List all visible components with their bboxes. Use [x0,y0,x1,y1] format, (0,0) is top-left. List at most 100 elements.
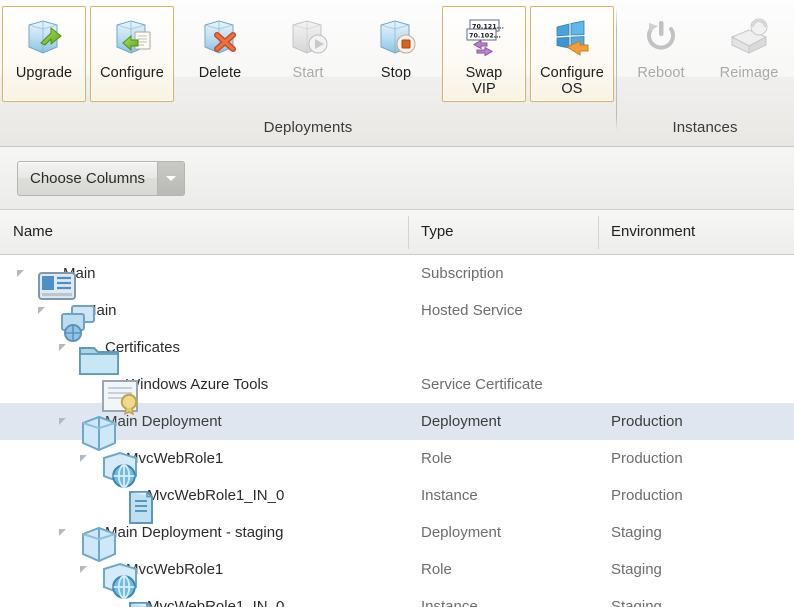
tree-expander-placeholder [77,377,93,393]
table-row[interactable]: Main Deployment - staging Deployment Stagi… [0,514,794,562]
choose-columns-dropdown-button[interactable] [157,161,185,195]
tree-expander-open-icon[interactable] [77,451,93,467]
cell-name: Main [0,255,408,300]
choose-columns-button[interactable]: Choose Columns [17,160,186,196]
grid-header-row: Name Type Environment [0,210,794,255]
table-row[interactable]: Certificates [0,329,794,375]
tree-expander-placeholder [98,488,114,504]
tree-expander-open-icon[interactable] [77,562,93,578]
cell-type: Deployment [421,524,502,541]
table-row[interactable]: MvcWebRole1 Role Staging [0,551,794,599]
row-name-label: MvcWebRole1_IN_0 [147,598,285,607]
cell-environment: Staging [611,598,662,607]
swap-vip-label: Swap VIP [465,65,503,97]
reboot-button: Reboot [619,6,703,102]
table-row[interactable]: MvcWebRole1 Role Production [0,440,794,488]
subscription-icon [34,263,76,300]
row-name-label: Windows Azure Tools [126,376,269,393]
cell-name: MvcWebRole1 [0,440,408,488]
table-row[interactable]: Main Hosted Service [0,292,794,342]
cell-name: MvcWebRole1 [0,551,408,599]
hosted-service-icon [55,300,95,342]
ribbon-group-deployments: Upgrade Configure Delete Start Stop 70.1… [0,0,616,146]
cell-type: Role [421,450,452,467]
ribbon-group-buttons: Upgrade Configure Delete Start Stop 70.1… [0,0,616,111]
configure-icon [109,15,155,59]
tree-expander-open-icon[interactable] [35,303,51,319]
instance-icon [118,596,153,607]
role-icon [97,559,137,599]
reimage-label: Reimage [719,65,779,81]
configure-button[interactable]: Configure [90,6,174,102]
table-row[interactable]: MvcWebRole1_IN_0 Instance Production [0,477,794,524]
reboot-label: Reboot [637,65,685,81]
start-icon [285,15,331,59]
cell-type [408,329,598,366]
delete-label: Delete [198,65,242,81]
cell-environment: Production [611,450,683,467]
role-icon [97,448,137,488]
row-name-label: Main Deployment [105,413,222,430]
upgrade-icon [21,15,67,59]
grid-toolbar: Choose Columns [0,147,794,210]
chevron-down-icon [166,175,177,181]
configure-label: Configure [100,65,164,81]
cell-name: MvcWebRole1_IN_0 [0,477,408,524]
swap-vip-icon: 70.121... 70.102... [461,15,507,59]
cell-name: Windows Azure Tools [0,366,408,415]
tree-expander-open-icon[interactable] [56,414,72,430]
cell-environment: Staging [611,524,662,541]
cell-name: Main Deployment - staging [0,514,408,562]
table-row[interactable]: Windows Azure Tools Service Certificate [0,366,794,415]
cell-type: Instance [421,487,478,504]
tree-expander-open-icon[interactable] [56,525,72,541]
cell-environment: Production [611,413,683,430]
tree-expander-open-icon[interactable] [56,340,72,356]
reboot-icon [638,15,684,59]
choose-columns-label: Choose Columns [30,169,146,187]
cell-environment: Production [611,487,683,504]
cell-environment [598,255,794,292]
column-header-environment[interactable]: Environment [598,210,794,255]
tree-expander-placeholder [98,599,114,607]
row-name-label: Main Deployment - staging [105,524,284,541]
stop-icon [373,15,419,59]
table-row[interactable]: MvcWebRole1_IN_0 Instance Staging [0,588,794,607]
cell-type: Subscription [421,265,504,282]
configure-os-label: Configure OS [540,65,604,97]
cell-name: Main [0,292,408,342]
table-row[interactable]: Main Subscription [0,255,794,300]
start-label: Start [292,65,324,81]
upgrade-label: Upgrade [15,65,73,81]
column-header-name[interactable]: Name [0,210,408,255]
certificate-icon [97,374,138,415]
tree-expander-open-icon[interactable] [14,266,30,282]
cell-name: MvcWebRole1_IN_0 [0,588,408,607]
swap-vip-label-line2: VIP [472,81,496,97]
reimage-button: Reimage [707,6,791,102]
reimage-icon [726,15,772,59]
stop-label: Stop [380,65,412,81]
delete-button[interactable]: Delete [178,6,262,102]
stop-button[interactable]: Stop [354,6,438,102]
configure-os-button[interactable]: Configure OS [530,6,614,102]
cell-type: Service Certificate [421,376,543,393]
cell-type: Instance [421,598,478,607]
swap-vip-button[interactable]: 70.121... 70.102... Swap VIP [442,6,526,102]
start-button: Start [266,6,350,102]
cell-environment [598,292,794,329]
delete-icon [197,15,243,59]
folder-icon [76,337,119,375]
configure-os-label-line2: OS [561,81,583,97]
ribbon-group-instances: Reboot Reimage Instances [617,0,793,146]
svg-text:70.102...: 70.102... [469,32,501,40]
column-header-type[interactable]: Type [408,210,598,255]
cell-environment: Staging [611,561,662,578]
table-row[interactable]: Main Deployment Deployment Production [0,403,794,451]
upgrade-button[interactable]: Upgrade [2,6,86,102]
cell-environment [598,366,794,403]
row-name-label: MvcWebRole1_IN_0 [147,487,285,504]
ribbon-group-title: Instances [672,119,738,136]
instance-icon [118,485,153,524]
deployment-icon [76,411,116,451]
